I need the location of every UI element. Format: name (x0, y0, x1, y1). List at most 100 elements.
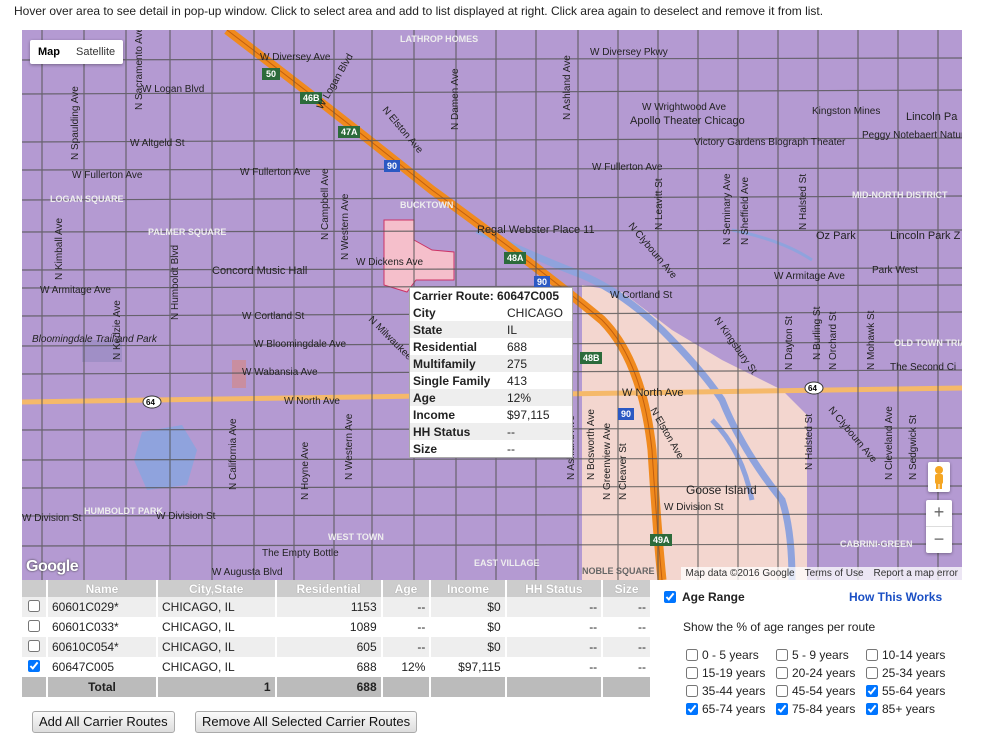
age-range-option[interactable]: 55-64 years (866, 684, 956, 698)
age-range-label: 20-24 years (792, 666, 856, 680)
age-range-checkbox[interactable] (866, 703, 878, 715)
route-income: $0 (430, 617, 507, 637)
label-altgeld-st: W Altgeld St (130, 138, 185, 149)
age-range-checkbox[interactable] (866, 685, 878, 697)
route-residential: 1153 (275, 597, 383, 617)
zoom-out-button[interactable]: − (926, 526, 952, 553)
terms-of-use-link[interactable]: Terms of Use (805, 568, 864, 579)
how-this-works-link[interactable]: How This Works (849, 590, 942, 604)
row-select-checkbox[interactable] (28, 599, 40, 612)
table-row[interactable]: 60601C033* CHICAGO, IL 1089 -- $0 -- -- (22, 617, 652, 637)
interstate-90-shield-1: 90 (387, 161, 397, 171)
col-hh-status: HH Status (505, 580, 604, 597)
route-income: $0 (430, 597, 507, 617)
age-range-checkbox[interactable] (686, 649, 698, 661)
label-empty-bottle: The Empty Bottle (262, 548, 339, 559)
label-bloomingdale-trail: Bloomingdale Trail and Park (32, 334, 158, 345)
age-range-option[interactable]: 85+ years (866, 702, 956, 716)
age-range-label: 85+ years (882, 702, 936, 716)
age-range-checkbox[interactable] (866, 667, 878, 679)
age-range-option[interactable]: 75-84 years (776, 702, 866, 716)
age-range-label: 5 - 9 years (792, 648, 849, 662)
age-range-option[interactable]: 35-44 years (686, 684, 776, 698)
map-canvas[interactable]: 50 46B 47A 90 48A 90 48B 90 49A 64 64 W … (22, 30, 962, 580)
street-view-pegman[interactable] (928, 462, 950, 492)
popup-row: HH Status -- (410, 423, 572, 440)
age-range-toggle-checkbox[interactable] (664, 591, 676, 603)
label-humboldt-park: HUMBOLDT PARK (84, 506, 163, 516)
zoom-in-button[interactable]: + (926, 500, 952, 526)
popup-field-label: State (410, 321, 504, 338)
col-residential: Residential (275, 580, 383, 597)
label-cabrini-green: CABRINI-GREEN (840, 539, 913, 549)
age-range-checkbox[interactable] (776, 703, 788, 715)
label-north-ave-east: W North Ave (622, 387, 684, 399)
label-kingston-mines: Kingston Mines (812, 106, 880, 117)
row-select-checkbox[interactable] (28, 659, 40, 672)
age-range-option[interactable]: 45-54 years (776, 684, 866, 698)
popup-row: State IL (410, 321, 572, 338)
age-range-checkbox[interactable] (776, 667, 788, 679)
label-logan-square: LOGAN SQUARE (50, 194, 124, 204)
route-50-shield: 50 (266, 69, 276, 79)
route-hh-status: -- (505, 637, 604, 657)
route-hh-status: -- (505, 617, 604, 637)
age-range-option[interactable]: 65-74 years (686, 702, 776, 716)
map-type-toggle[interactable]: Map Satellite (30, 40, 124, 64)
popup-details: City CHICAGO State IL Residential 688 Multi… (410, 304, 572, 457)
table-row[interactable]: 60610C054* CHICAGO, IL 605 -- $0 -- -- (22, 637, 652, 657)
age-range-option[interactable]: 0 - 5 years (686, 648, 776, 662)
add-all-carrier-routes-button[interactable]: Add All Carrier Routes (32, 711, 175, 733)
age-range-option[interactable]: 25-34 years (866, 666, 956, 680)
popup-row: Age 12% (410, 389, 572, 406)
route-size: -- (602, 637, 652, 657)
label-old-town: OLD TOWN TRIANGLE (894, 338, 962, 348)
age-range-option[interactable]: 20-24 years (776, 666, 866, 680)
age-range-option[interactable]: 5 - 9 years (776, 648, 866, 662)
pegman-icon (935, 466, 943, 489)
route-name: 60601C033* (47, 617, 158, 637)
label-dickens-ave: W Dickens Ave (356, 257, 423, 268)
row-select-checkbox[interactable] (28, 639, 40, 652)
row-select-checkbox[interactable] (28, 619, 40, 632)
report-map-error-link[interactable]: Report a map error (874, 568, 958, 579)
age-range-option[interactable]: 15-19 years (686, 666, 776, 680)
google-logo: Google (26, 558, 79, 575)
label-concord-music-hall: Concord Music Hall (212, 265, 307, 277)
exit-49a-shield: 49A (653, 535, 670, 545)
label-diversey-ave: W Diversey Ave (260, 52, 331, 63)
label-palmer-square: PALMER SQUARE (148, 227, 226, 237)
age-range-checkbox[interactable] (866, 649, 878, 661)
age-range-checkbox[interactable] (686, 703, 698, 715)
label-sacramento: N Sacramento Ave (134, 30, 145, 110)
label-second-city: The Second Ci (890, 362, 956, 373)
route-64-shield-2: 64 (808, 384, 817, 393)
age-range-checkbox[interactable] (776, 649, 788, 661)
satellite-view-button[interactable]: Satellite (68, 40, 123, 64)
popup-field-value: -- (504, 423, 572, 440)
table-row[interactable]: 60647C005 CHICAGO, IL 688 12% $97,115 --… (22, 657, 652, 677)
table-row[interactable]: 60601C029* CHICAGO, IL 1153 -- $0 -- -- (22, 597, 652, 617)
label-mohawk: N Mohawk St (866, 310, 877, 370)
age-range-option[interactable]: 10-14 years (866, 648, 956, 662)
remove-all-selected-routes-button[interactable]: Remove All Selected Carrier Routes (195, 711, 418, 733)
route-hh-status: -- (505, 657, 604, 677)
popup-field-label: Age (410, 389, 504, 406)
popup-row: Income $97,115 (410, 406, 572, 423)
popup-field-label: City (410, 304, 504, 321)
age-range-checkbox[interactable] (686, 667, 698, 679)
exit-48b-shield: 48B (583, 353, 600, 363)
popup-row: Residential 688 (410, 338, 572, 355)
label-western-south: N Western Ave (344, 413, 355, 480)
age-range-checkbox[interactable] (776, 685, 788, 697)
popup-row: City CHICAGO (410, 304, 572, 321)
label-wabansia-ave: W Wabansia Ave (242, 367, 318, 378)
label-division-mid: W Division St (156, 511, 216, 522)
age-range-checkbox[interactable] (686, 685, 698, 697)
popup-row: Single Family 413 (410, 372, 572, 389)
label-cortland-east: W Cortland St (610, 290, 672, 301)
label-cleaver: N Cleaver St (618, 443, 629, 500)
zoom-control[interactable]: + − (926, 500, 952, 553)
map-view-button[interactable]: Map (30, 40, 68, 64)
popup-row: Size -- (410, 440, 572, 457)
